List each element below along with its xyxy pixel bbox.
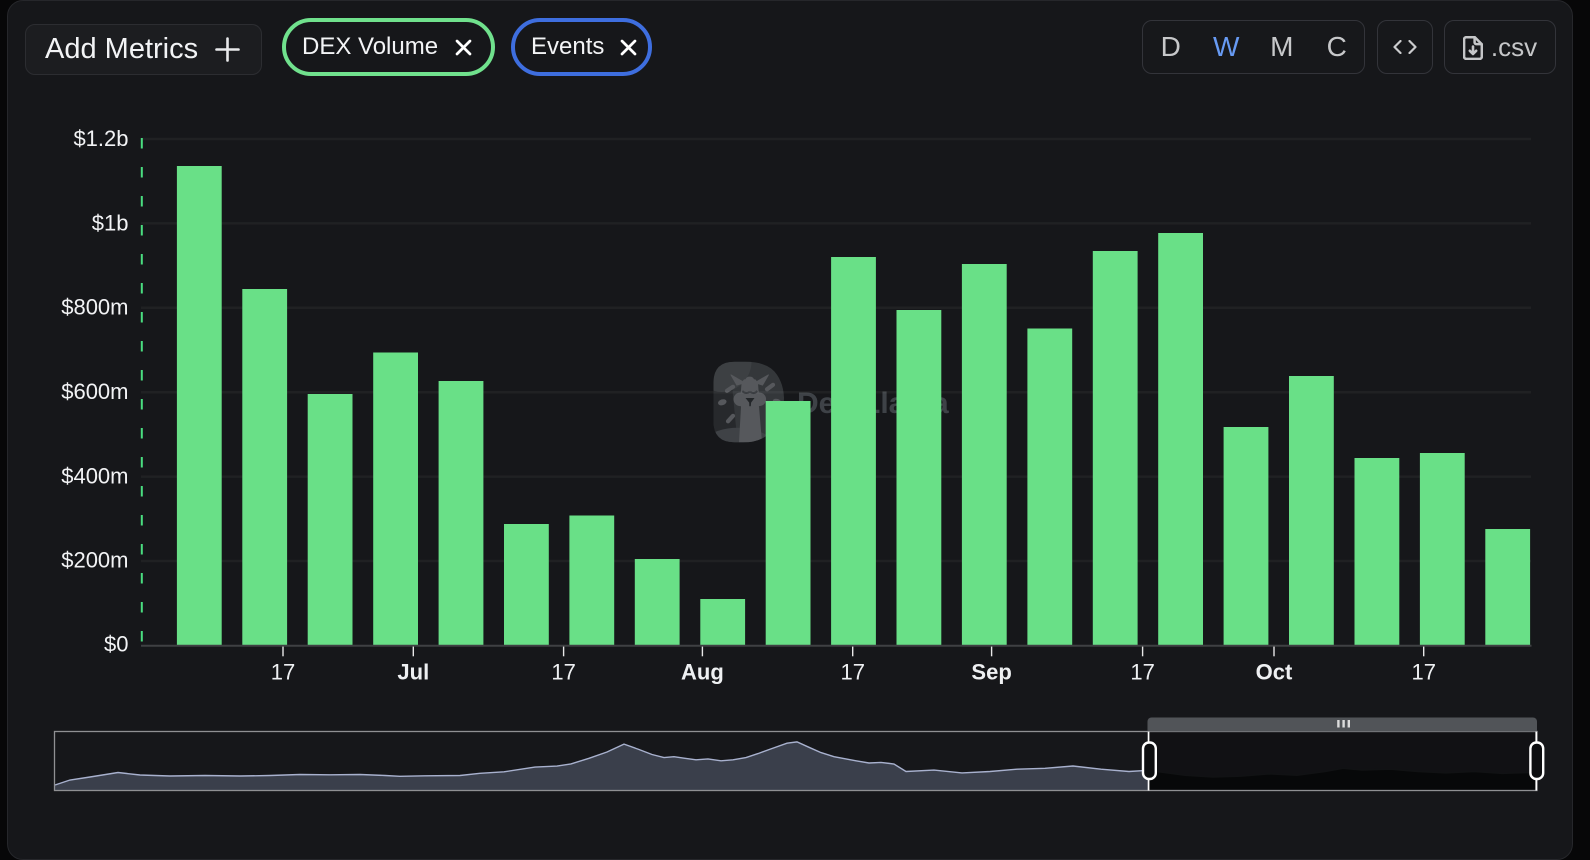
svg-text:$1.2b: $1.2b [73,126,128,151]
svg-text:17: 17 [1130,660,1154,685]
svg-text:$200m: $200m [61,548,128,573]
svg-text:Sep: Sep [971,660,1011,685]
svg-text:$800m: $800m [61,295,128,320]
svg-text:Jul: Jul [397,660,429,685]
svg-text:17: 17 [551,660,575,685]
svg-text:17: 17 [1411,660,1435,685]
svg-text:17: 17 [840,660,864,685]
svg-text:17: 17 [271,660,295,685]
svg-text:Oct: Oct [1256,660,1293,685]
svg-text:$400m: $400m [61,463,128,488]
svg-text:$1b: $1b [92,210,129,235]
svg-text:Aug: Aug [681,660,724,685]
svg-text:$600m: $600m [61,379,128,404]
svg-text:$0: $0 [104,632,128,657]
